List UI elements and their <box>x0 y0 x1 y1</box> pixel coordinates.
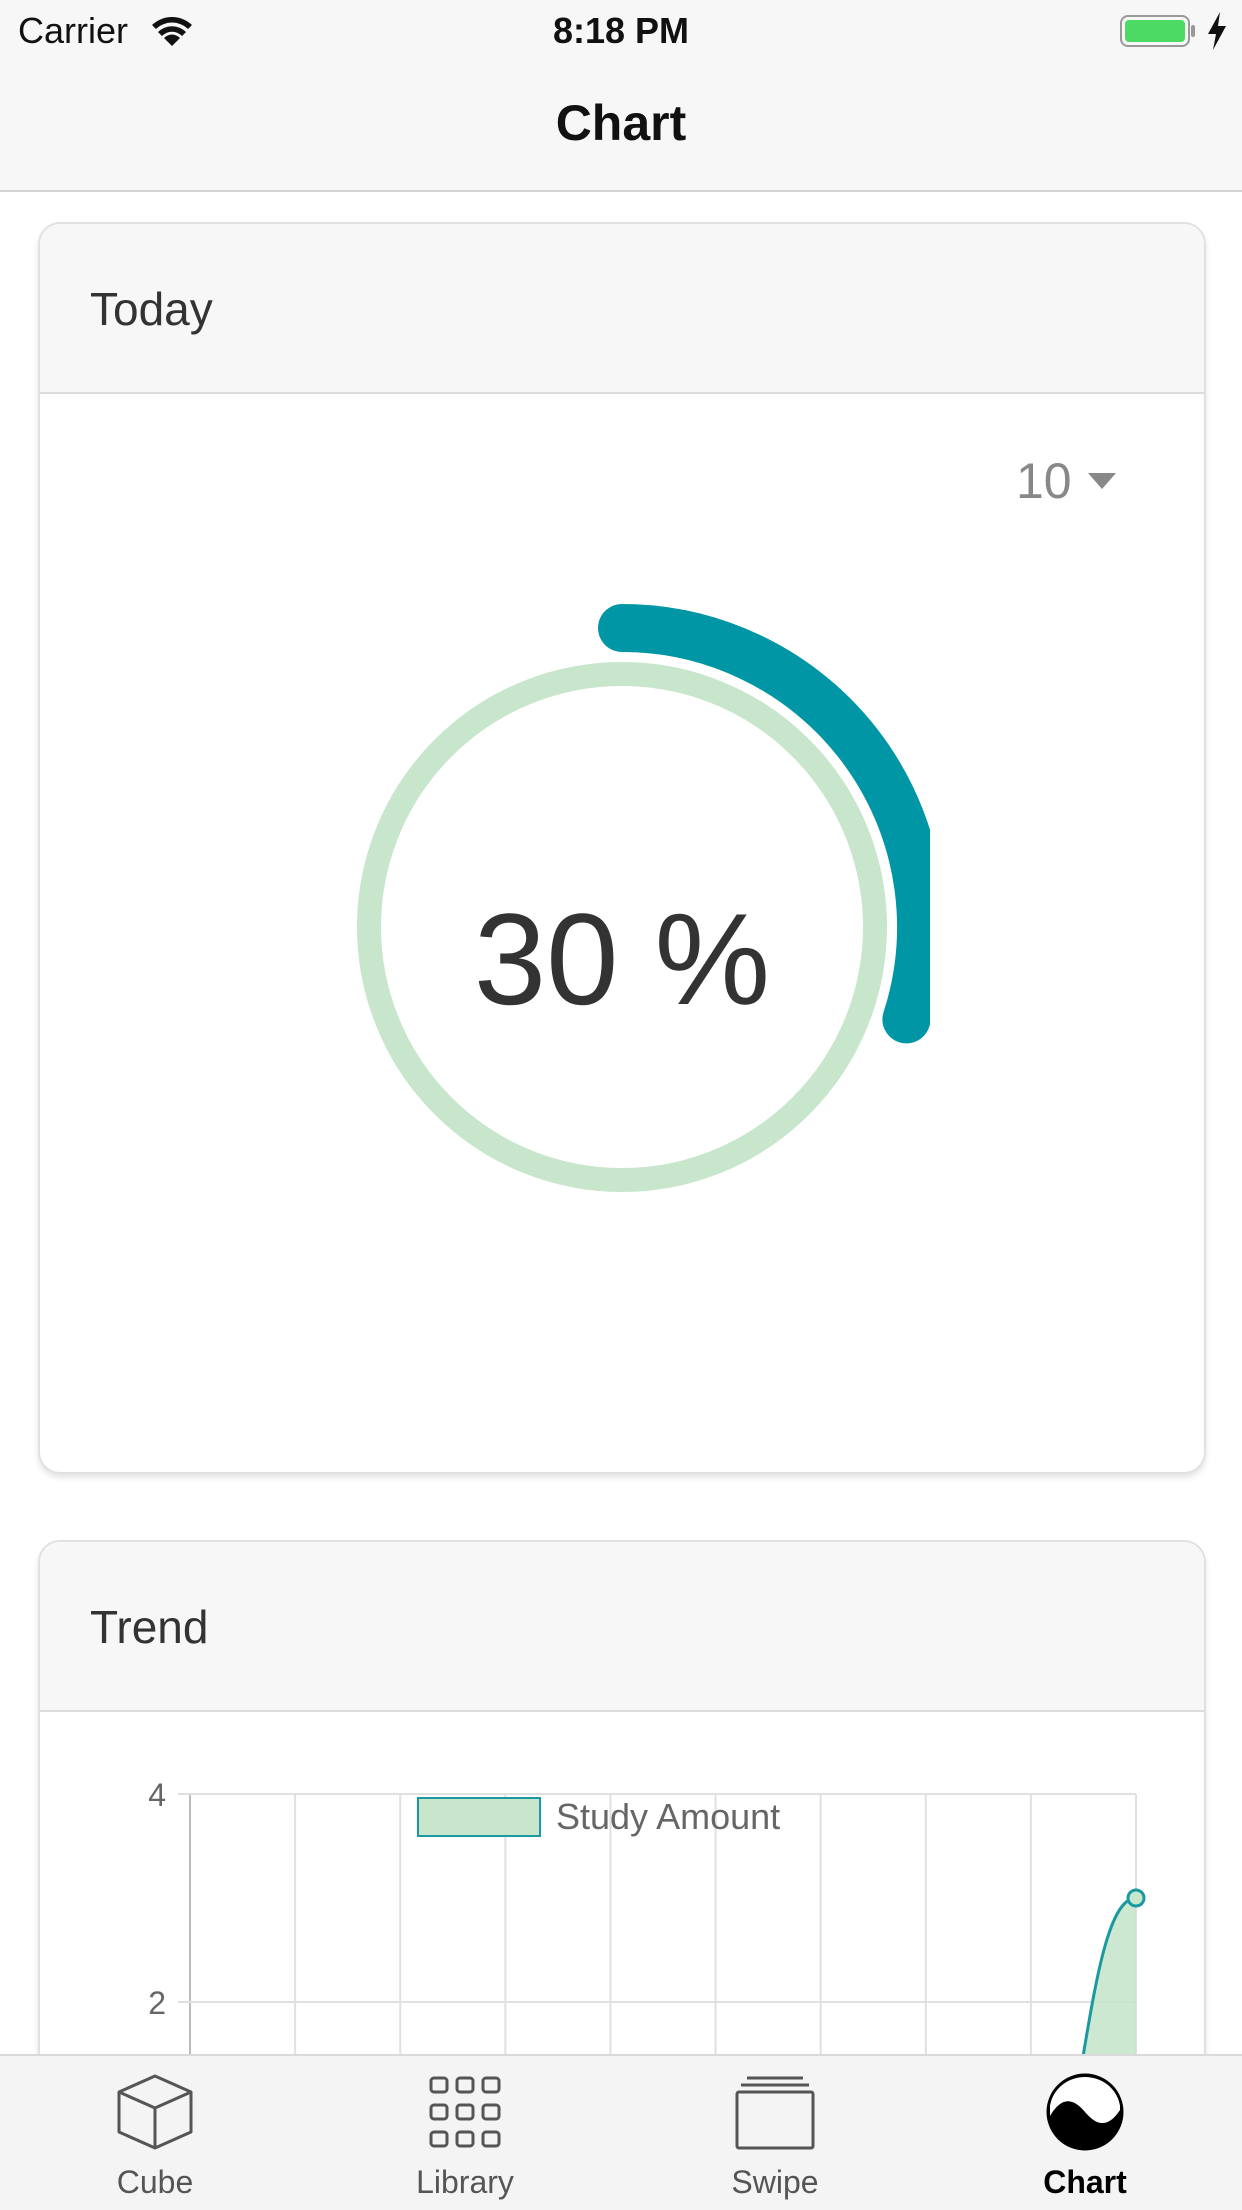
series-area <box>1083 1898 1136 2054</box>
tab-library[interactable]: Library <box>310 2056 620 2210</box>
status-time: 8:18 PM <box>552 10 690 51</box>
tab-cube[interactable]: Cube <box>0 2056 310 2210</box>
today-card-title: Today <box>90 283 213 335</box>
today-card: Today 10 30 % <box>38 222 1206 1474</box>
chart-series <box>1081 1888 1146 2054</box>
battery-icon <box>1120 15 1195 47</box>
page-title: Chart <box>555 95 687 151</box>
cards-icon <box>735 2076 815 2150</box>
trend-card: Trend 4 2 Study Amount <box>38 1540 1206 2054</box>
goal-select-value: 10 <box>1016 453 1072 509</box>
charging-bolt-icon <box>1208 12 1226 50</box>
legend-label: Study Amount <box>556 1796 780 1837</box>
tab-bar: Cube Library Swipe Chart <box>0 2054 1242 2210</box>
chart-wave-icon <box>1046 2073 1124 2151</box>
y-tick-label: 2 <box>148 1985 166 2021</box>
trend-card-title: Trend <box>90 1601 209 1653</box>
tab-library-label: Library <box>416 2164 514 2200</box>
tab-chart[interactable]: Chart <box>930 2056 1240 2210</box>
navigation-bar: Chart <box>0 62 1242 192</box>
cube-icon <box>117 2074 193 2150</box>
series-line <box>1081 1896 1137 2054</box>
trend-card-header: Trend <box>40 1542 1204 1712</box>
caret-down-icon <box>1087 473 1116 489</box>
today-card-header: Today <box>40 224 1204 394</box>
legend-swatch <box>417 1797 541 1837</box>
gauge-percentage-label: 30 % <box>473 886 771 1032</box>
status-bar: Carrier 8:18 PM <box>0 0 1242 62</box>
tab-swipe[interactable]: Swipe <box>620 2056 930 2210</box>
content-scroll-area[interactable]: Today 10 30 % Trend 4 2 Study Amount <box>0 192 1242 2054</box>
data-point <box>1126 1888 1146 1908</box>
grid-icon <box>429 2076 501 2148</box>
trend-chart: 4 2 Study Amount <box>148 1777 1146 2054</box>
y-tick-label: 4 <box>148 1777 166 1813</box>
tab-cube-label: Cube <box>116 2164 194 2200</box>
chart-legend[interactable]: Study Amount <box>417 1796 780 1837</box>
goal-select[interactable]: 10 <box>1016 446 1156 516</box>
tab-swipe-label: Swipe <box>731 2164 819 2200</box>
tab-chart-label: Chart <box>1043 2164 1127 2200</box>
